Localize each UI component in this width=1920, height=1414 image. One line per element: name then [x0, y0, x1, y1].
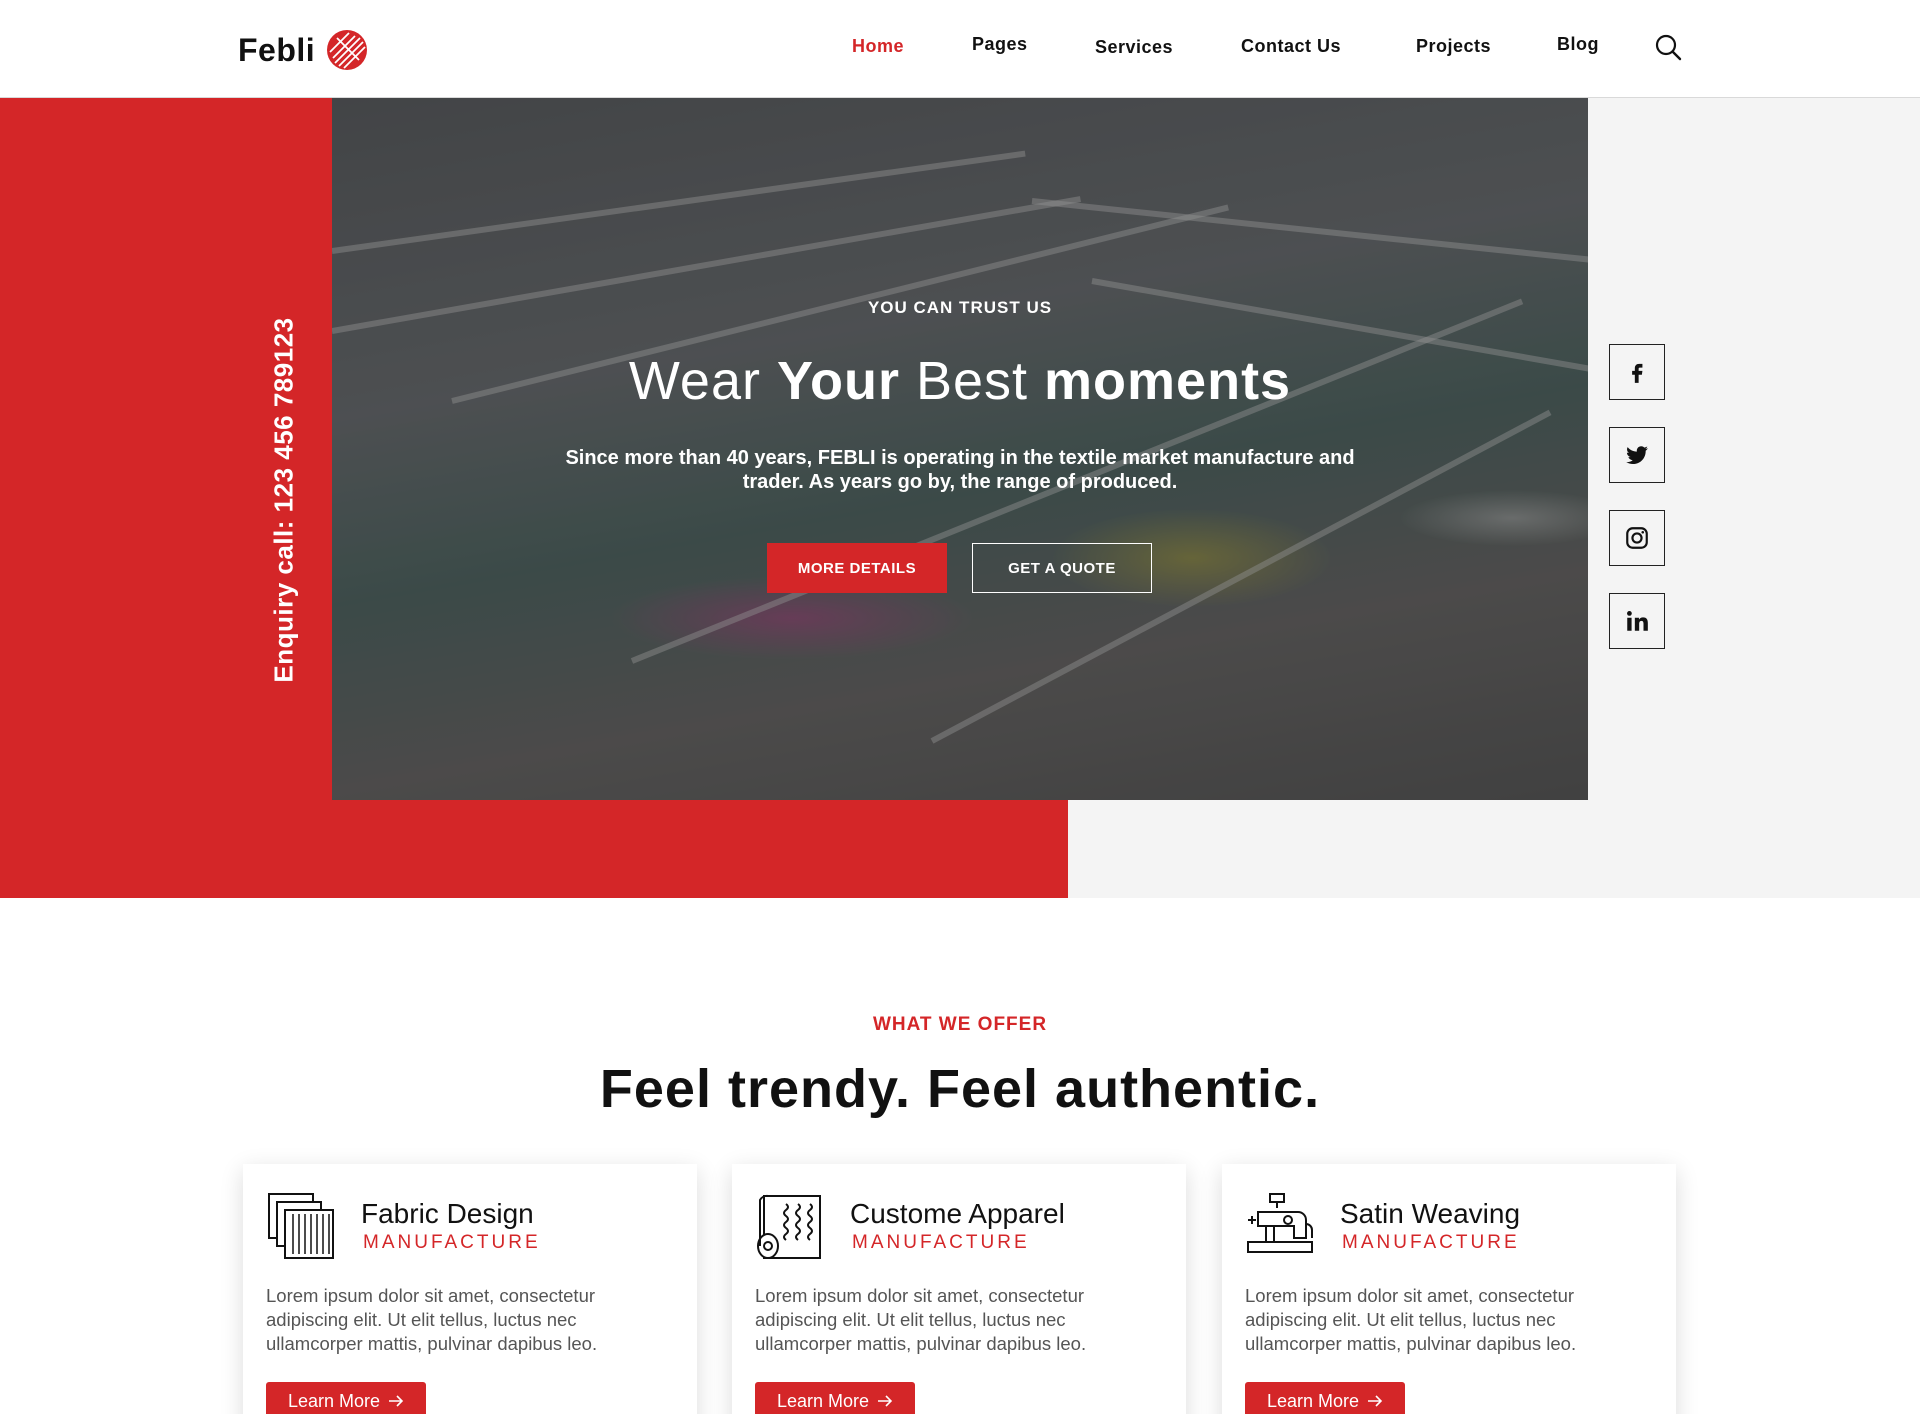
card-text: Lorem ipsum dolor sit amet, consectetur …	[755, 1285, 1087, 1354]
nav-blog[interactable]: Blog	[1557, 34, 1599, 55]
facebook-button[interactable]	[1609, 344, 1665, 400]
card-title: Satin Weaving	[1340, 1198, 1521, 1229]
hero-eyebrow: YOU CAN TRUST US	[867, 298, 1053, 317]
facebook-icon	[1632, 363, 1643, 383]
card-text: Lorem ipsum dolor sit amet, consectetur …	[1245, 1285, 1577, 1354]
offer-title: Feel trendy. Feel authentic.	[599, 1059, 1321, 1119]
learn-more-button[interactable]: Learn More	[266, 1382, 426, 1414]
headline-word: Wear	[628, 351, 777, 411]
nav-projects[interactable]: Projects	[1416, 36, 1491, 57]
more-details-button[interactable]: MORE DETAILS	[767, 543, 947, 593]
hero-content: YOU CAN TRUST US Wear Your Best moments …	[332, 98, 1588, 800]
card-subtitle: MANUFACTURE	[1342, 1232, 1520, 1253]
offer-eyebrow: WHAT WE OFFER	[872, 1014, 1048, 1035]
card-title: Fabric Design	[361, 1198, 534, 1229]
search-icon[interactable]	[1654, 33, 1682, 61]
fabric-roll-icon	[757, 1194, 821, 1259]
nav-pages[interactable]: Pages	[972, 34, 1028, 55]
headline-word: moments	[1044, 351, 1292, 411]
arrow-right-icon	[1368, 1395, 1383, 1407]
learn-more-button[interactable]: Learn More	[755, 1382, 915, 1414]
enquiry-phone[interactable]: Enquiry call: 123 456 789123	[269, 317, 300, 682]
hero-subtext: Since more than 40 years, FEBLI is opera…	[565, 447, 1355, 493]
instagram-button[interactable]	[1609, 510, 1665, 566]
service-card-fabric-design: Fabric Design MANUFACTURE Lorem ipsum do…	[243, 1164, 697, 1414]
twitter-button[interactable]	[1609, 427, 1665, 483]
learn-more-label: Learn More	[776, 1390, 870, 1411]
twitter-icon	[1626, 446, 1648, 464]
sewing-machine-icon	[1247, 1193, 1313, 1253]
logo[interactable]: Febli	[238, 28, 369, 72]
nav-home[interactable]: Home	[852, 36, 904, 57]
arrow-right-icon	[878, 1395, 893, 1407]
arrow-right-icon	[389, 1395, 404, 1407]
learn-more-label: Learn More	[287, 1390, 381, 1411]
linkedin-button[interactable]	[1609, 593, 1665, 649]
nav-services[interactable]: Services	[1095, 37, 1173, 58]
linkedin-icon	[1627, 611, 1648, 631]
nav-contact-us[interactable]: Contact Us	[1241, 36, 1341, 57]
learn-more-label: Learn More	[1266, 1390, 1360, 1411]
fabric-swatch-icon	[268, 1193, 334, 1259]
headline-word: Best	[899, 351, 1045, 411]
card-subtitle: MANUFACTURE	[363, 1232, 541, 1253]
learn-more-button[interactable]: Learn More	[1245, 1382, 1405, 1414]
instagram-icon	[1626, 527, 1648, 549]
headline-word: Your	[776, 351, 900, 411]
service-card-custome-apparel: Custome Apparel MANUFACTURE Lorem ipsum …	[732, 1164, 1186, 1414]
card-title: Custome Apparel	[850, 1198, 1065, 1229]
hero-headline: Wear Your Best moments	[332, 350, 1588, 412]
site-header: Febli Home Pages Services Contact Us Pro…	[0, 0, 1920, 98]
yarn-ball-icon	[327, 30, 368, 70]
service-card-satin-weaving: Satin Weaving MANUFACTURE Lorem ipsum do…	[1222, 1164, 1676, 1414]
logo-text: Febli	[238, 31, 316, 68]
card-subtitle: MANUFACTURE	[852, 1232, 1030, 1253]
card-text: Lorem ipsum dolor sit amet, consectetur …	[266, 1285, 598, 1354]
get-a-quote-button[interactable]: GET A QUOTE	[972, 543, 1152, 593]
